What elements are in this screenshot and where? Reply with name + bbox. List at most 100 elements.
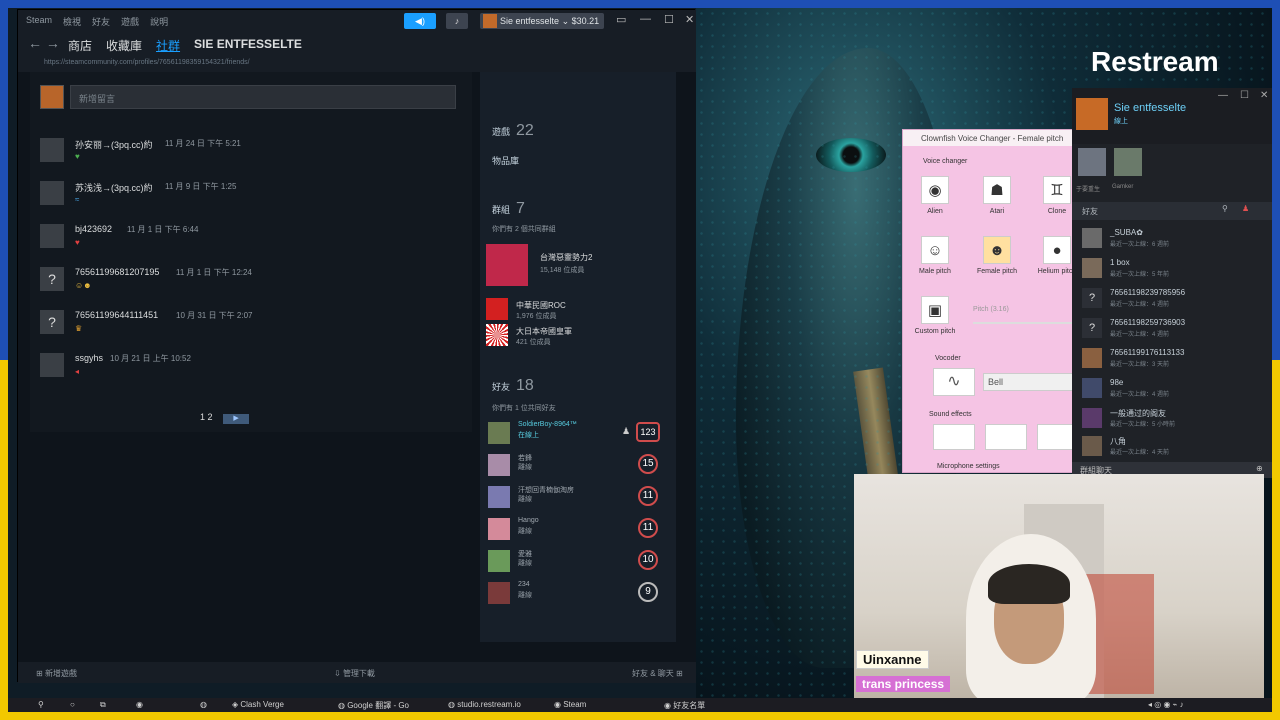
minimize-icon[interactable]: — bbox=[640, 13, 651, 25]
group-item[interactable]: 台灣惡靈勢力2 15,148 位成員 bbox=[486, 244, 666, 286]
comment-input[interactable]: 新增留言 bbox=[70, 85, 456, 109]
taskbar-google-translate[interactable]: ◍ Google 翻譯 - Go bbox=[338, 700, 409, 711]
menu-steam[interactable]: Steam bbox=[26, 15, 52, 28]
friend-status: 最近一次上線：6 週前 bbox=[1110, 242, 1170, 248]
waveform-icon[interactable]: ∿ bbox=[933, 368, 975, 396]
effect-male-pitch[interactable]: ☺ Male pitch bbox=[911, 236, 959, 275]
announcement-button[interactable]: ◀) bbox=[404, 13, 436, 29]
friends-count: 18 bbox=[516, 377, 534, 394]
taskbar-steam[interactable]: ◉ Steam bbox=[554, 700, 586, 709]
effect-atari[interactable]: ☗ Atari bbox=[973, 176, 1021, 215]
games-link[interactable]: 遊戲 22 bbox=[492, 122, 534, 140]
maximize-icon[interactable]: ☐ bbox=[1240, 90, 1249, 101]
friend-item[interactable]: 234 離線 9 bbox=[488, 580, 668, 608]
clone-icon: ♊ bbox=[1043, 176, 1071, 204]
close-icon[interactable]: ✕ bbox=[1260, 90, 1268, 101]
friend-item[interactable]: 汗想回青楠伽淘房 離線 11 bbox=[488, 484, 668, 512]
effect-custom-pitch[interactable]: ▣ Custom pitch bbox=[911, 296, 959, 335]
alien-icon: ◉ bbox=[921, 176, 949, 204]
friend-item[interactable]: Hango 離線 11 bbox=[488, 516, 668, 544]
user-name[interactable]: Sie entfesselte bbox=[1114, 102, 1186, 114]
commenter-avatar[interactable] bbox=[40, 353, 64, 377]
search-icon[interactable]: ⚲ bbox=[1222, 204, 1228, 213]
friend-row[interactable]: _SUBA✿ 最近一次上線：6 週前 bbox=[1082, 226, 1267, 254]
nav-store[interactable]: 商店 bbox=[68, 37, 92, 54]
friend-level: 9 bbox=[638, 582, 658, 602]
next-page-button[interactable]: ▶ bbox=[223, 414, 250, 424]
search-icon[interactable]: ○ bbox=[70, 700, 75, 709]
new-comment: 新增留言 bbox=[40, 82, 470, 112]
menu-friends[interactable]: 好友 bbox=[92, 15, 110, 28]
vocoder-label: Vocoder bbox=[935, 355, 961, 362]
commenter-avatar[interactable] bbox=[40, 138, 64, 162]
page-numbers[interactable]: 1 2 bbox=[200, 412, 213, 422]
task-view-icon[interactable]: ⧉ bbox=[100, 700, 106, 710]
add-game-button[interactable]: ⊞ 新增遊戲 bbox=[36, 668, 77, 679]
stream-canvas: Restream Steam 檢視 好友 遊戲 說明 ◀) ♪ Sie entf… bbox=[0, 0, 1280, 720]
streamer-subtitle-tag: trans princess bbox=[856, 676, 951, 692]
friend-item[interactable]: SoldierBoy-8964™ 在線上 ♟ 123 bbox=[488, 420, 668, 448]
account-menu[interactable]: Sie entfesselte ⌄ $30.21 bbox=[480, 13, 604, 29]
big-picture-icon[interactable]: ▭ bbox=[616, 13, 626, 26]
group-item[interactable]: 大日本帝國皇軍 421 位成員 bbox=[486, 324, 666, 354]
friend-item[interactable]: 愛雅 離線 10 bbox=[488, 548, 668, 576]
friends-link[interactable]: 好友 18 bbox=[492, 377, 534, 395]
add-friend-icon[interactable]: ♟ bbox=[1242, 204, 1249, 213]
downloads-button[interactable]: ⇩ 管理下載 bbox=[334, 668, 375, 679]
commenter-name[interactable]: 孙安丽→(3pq.cc)約 bbox=[75, 138, 153, 151]
commenter-name[interactable]: 苏浅浅→(3pq.cc)約 bbox=[75, 181, 153, 194]
minimize-icon[interactable]: — bbox=[1218, 90, 1228, 101]
nav-profile[interactable]: SIE ENTFESSELTE bbox=[194, 37, 302, 54]
groups-link[interactable]: 群組 7 bbox=[492, 200, 525, 218]
commenter-name[interactable]: bj423692 bbox=[75, 224, 112, 234]
menu-games[interactable]: 遊戲 bbox=[121, 15, 139, 28]
effect-female-pitch[interactable]: ☻ Female pitch bbox=[973, 236, 1021, 275]
back-forward-icons[interactable]: ← → bbox=[28, 35, 60, 51]
sound-effect-button[interactable] bbox=[933, 424, 975, 450]
sound-effect-button[interactable] bbox=[985, 424, 1027, 450]
nav-community[interactable]: 社群 bbox=[156, 37, 180, 54]
question-avatar-icon[interactable]: ? bbox=[40, 310, 64, 334]
nav-library[interactable]: 收藏庫 bbox=[106, 37, 142, 54]
add-chat-icon[interactable]: ⊕ bbox=[1256, 464, 1263, 473]
pitch-slider[interactable] bbox=[973, 322, 1073, 324]
friend-item[interactable]: 若鋒 離線 15 bbox=[488, 452, 668, 480]
vocoder-select[interactable]: Bell bbox=[983, 373, 1079, 391]
friend-row[interactable]: 1 box 最近一次上線：5 年前 bbox=[1082, 256, 1267, 284]
menu-help[interactable]: 說明 bbox=[150, 15, 168, 28]
friend-row[interactable]: 98e 最近一次上線：4 週前 bbox=[1082, 376, 1267, 404]
friend-row[interactable]: ? 76561198259736903 最近一次上線：4 週前 bbox=[1082, 316, 1267, 344]
commenter-name[interactable]: 76561199644111451 bbox=[75, 310, 158, 320]
effect-alien[interactable]: ◉ Alien bbox=[911, 176, 959, 215]
taskbar-restream[interactable]: ◍ studio.restream.io bbox=[448, 700, 521, 709]
friend-avatar bbox=[488, 422, 510, 444]
search-icon[interactable]: ⚲ bbox=[38, 700, 44, 709]
maximize-icon[interactable]: ☐ bbox=[664, 13, 674, 26]
commenter-avatar[interactable] bbox=[40, 181, 64, 205]
taskbar-clash-verge[interactable]: ◈ Clash Verge bbox=[232, 700, 284, 709]
friend-row[interactable]: ? 76561198239785956 最近一次上線：4 週前 bbox=[1082, 286, 1267, 314]
menu-view[interactable]: 檢視 bbox=[63, 15, 81, 28]
recent-game-icon[interactable] bbox=[1114, 148, 1142, 176]
friend-row[interactable]: 一般通过的阁友 最近一次上線：5 小時前 bbox=[1082, 406, 1267, 434]
friends-chat-button[interactable]: 好友 & 聊天 ⊞ bbox=[632, 668, 683, 679]
friend-row[interactable]: 76561199176113133 最近一次上線：3 天前 bbox=[1082, 346, 1267, 374]
account-name: Sie entfesselte bbox=[500, 16, 560, 26]
taskbar-label: 好友名單 bbox=[673, 701, 706, 710]
friend-row[interactable]: 八角 最近一次上線：4 天前 bbox=[1082, 434, 1267, 462]
inventory-link[interactable]: 物品庫 bbox=[492, 154, 519, 167]
taskbar-friends-list[interactable]: ◉ 好友名單 bbox=[664, 700, 705, 711]
effect-label: Male pitch bbox=[919, 268, 951, 275]
chrome-icon[interactable]: ◍ bbox=[200, 700, 207, 709]
close-icon[interactable]: ✕ bbox=[685, 13, 694, 26]
steam-taskbar-icon[interactable]: ◉ bbox=[136, 700, 143, 709]
question-avatar-icon[interactable]: ? bbox=[40, 267, 64, 291]
commenter-name[interactable]: 76561199681207195 bbox=[75, 267, 159, 277]
commenter-name[interactable]: ssgyhs bbox=[75, 353, 103, 363]
system-tray-icons[interactable]: ◂ ◎ ◉ ⌁ ♪ bbox=[1148, 700, 1184, 709]
notification-button[interactable]: ♪ bbox=[446, 13, 468, 29]
friend-status: 最近一次上線：5 小時前 bbox=[1110, 422, 1176, 428]
commenter-avatar[interactable] bbox=[40, 224, 64, 248]
balloon-icon: ● bbox=[1043, 236, 1071, 264]
recent-game-icon[interactable] bbox=[1078, 148, 1106, 176]
